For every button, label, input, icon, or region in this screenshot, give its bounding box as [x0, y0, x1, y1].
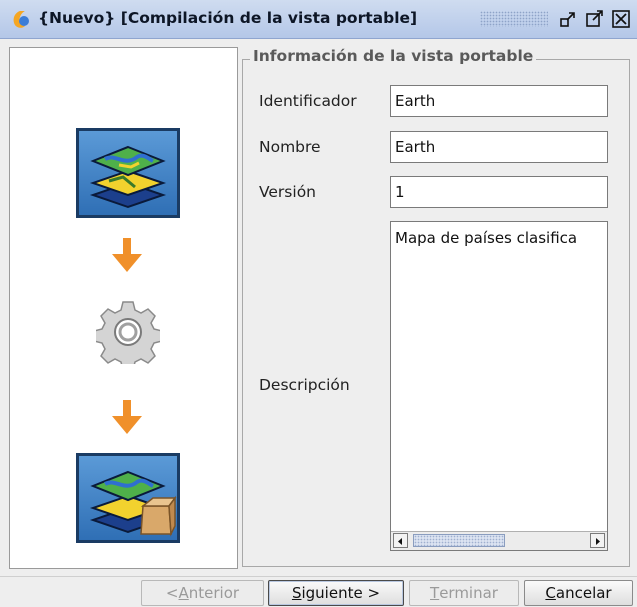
version-field[interactable]: [390, 176, 608, 208]
close-icon[interactable]: [610, 8, 632, 30]
wizard-illustration-pane: [9, 47, 238, 569]
finish-button-label: erminar: [439, 584, 498, 602]
window-titlebar[interactable]: {Nuevo} [Compilación de la vista portabl…: [0, 0, 637, 39]
gear-icon: [96, 301, 160, 364]
window-title: {Nuevo} [Compilación de la vista portabl…: [38, 9, 418, 27]
button-bar-separator: [0, 576, 637, 577]
arrow-down-icon: [112, 238, 142, 272]
arrow-down-icon: [112, 400, 142, 434]
description-text: Mapa de países clasifica: [395, 229, 578, 247]
minimize-icon[interactable]: [558, 8, 580, 30]
back-button-prefix: <: [165, 584, 179, 602]
scroll-thumb[interactable]: [413, 534, 505, 547]
name-label: Nombre: [259, 138, 321, 156]
cancel-button-mnemonic: C: [545, 584, 556, 602]
maximize-icon[interactable]: [584, 8, 606, 30]
identifier-label: Identificador: [259, 92, 357, 110]
titlebar-grip: [480, 11, 548, 27]
description-textarea[interactable]: Mapa de países clasifica: [390, 221, 608, 551]
cancel-button[interactable]: Cancelar: [524, 580, 633, 606]
finish-button[interactable]: Terminar: [409, 580, 519, 606]
map-layers-icon: [76, 128, 180, 218]
cancel-button-label: ancelar: [555, 584, 612, 602]
group-title: Información de la vista portable: [250, 47, 537, 65]
version-label: Versión: [259, 183, 316, 201]
portable-view-info-panel: Información de la vista portable Identif…: [242, 47, 632, 567]
scroll-left-button[interactable]: [393, 533, 408, 548]
arrow-left-icon: [398, 538, 402, 545]
arrow-right-icon: [596, 538, 600, 545]
scroll-right-button[interactable]: [590, 533, 605, 548]
next-button-mnemonic: S: [291, 584, 302, 602]
description-label: Descripción: [259, 376, 350, 394]
back-button-label: nterior: [188, 584, 240, 602]
finish-button-mnemonic: T: [430, 584, 440, 602]
next-button[interactable]: Siguiente >: [268, 580, 404, 606]
horizontal-scrollbar[interactable]: [391, 531, 607, 550]
back-button-mnemonic: A: [178, 584, 189, 602]
gvsig-app-icon: [13, 11, 29, 28]
name-field[interactable]: [390, 131, 608, 163]
map-layers-package-icon: [76, 453, 180, 543]
identifier-field[interactable]: [390, 85, 608, 117]
back-button[interactable]: < Anterior: [141, 580, 264, 606]
next-button-label: iguiente >: [301, 584, 381, 602]
